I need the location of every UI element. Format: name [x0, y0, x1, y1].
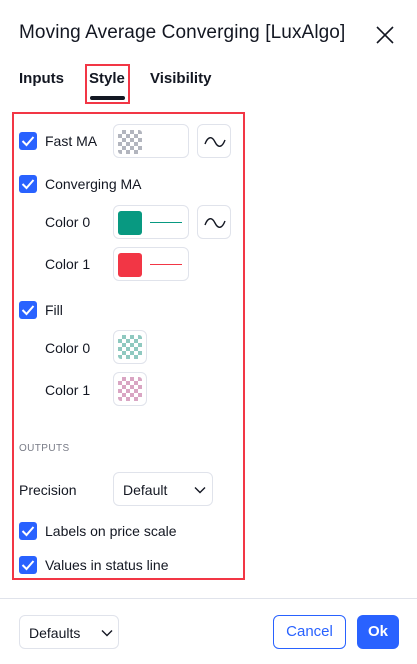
labels-on-price-scale-checkbox[interactable] [19, 522, 37, 540]
tab-style[interactable]: Style [89, 70, 125, 87]
fast-ma-line-style-button[interactable] [197, 124, 231, 158]
converging-color1-label: Color 1 [45, 256, 91, 272]
fill-color0-label: Color 0 [45, 340, 91, 356]
precision-value: Default [123, 482, 168, 498]
color-chip [118, 335, 142, 359]
fill-color1-swatch[interactable] [113, 372, 147, 406]
ok-button[interactable]: Ok [357, 615, 399, 649]
line-style-icon [204, 218, 226, 228]
checkmark-icon [21, 526, 35, 537]
values-in-status-line-checkbox[interactable] [19, 556, 37, 574]
checkmark-icon [21, 560, 35, 571]
chevron-down-icon [101, 630, 113, 637]
converging-ma-label: Converging MA [45, 176, 142, 192]
checkmark-icon [21, 179, 35, 190]
defaults-button[interactable]: Defaults [19, 615, 119, 649]
dialog-title: Moving Average Converging [LuxAlgo] [19, 22, 346, 43]
converging-ma-checkbox[interactable] [19, 175, 37, 193]
precision-select[interactable]: Default [113, 472, 213, 506]
line-sample [150, 222, 182, 223]
color-chip [118, 253, 142, 277]
converging-color1-swatch[interactable] [113, 247, 189, 281]
outputs-section-header: OUTPUTS [19, 443, 70, 454]
defaults-label: Defaults [29, 625, 81, 641]
values-in-status-line-label: Values in status line [45, 557, 169, 573]
fast-ma-color-swatch[interactable] [113, 124, 189, 158]
fill-checkbox[interactable] [19, 301, 37, 319]
converging-line-style-button[interactable] [197, 205, 231, 239]
line-sample [150, 264, 182, 265]
fill-color1-label: Color 1 [45, 382, 91, 398]
color-chip [118, 130, 142, 154]
fast-ma-label: Fast MA [45, 133, 98, 149]
checkmark-icon [21, 136, 35, 147]
labels-on-price-scale-label: Labels on price scale [45, 523, 177, 539]
fill-color0-swatch[interactable] [113, 330, 147, 364]
color-chip [118, 377, 142, 401]
active-tab-indicator [90, 96, 125, 100]
fill-label: Fill [45, 302, 63, 318]
chevron-down-icon [194, 487, 206, 494]
color-chip [118, 211, 142, 235]
tab-inputs[interactable]: Inputs [19, 70, 64, 87]
fast-ma-checkbox[interactable] [19, 132, 37, 150]
footer-divider [0, 598, 417, 599]
close-icon [376, 26, 394, 44]
close-button[interactable] [374, 24, 396, 46]
converging-color0-label: Color 0 [45, 214, 91, 230]
precision-label: Precision [19, 482, 77, 498]
cancel-button[interactable]: Cancel [273, 615, 346, 649]
checkmark-icon [21, 305, 35, 316]
line-style-icon [204, 137, 226, 147]
converging-color0-swatch[interactable] [113, 205, 189, 239]
tab-visibility[interactable]: Visibility [150, 70, 211, 87]
